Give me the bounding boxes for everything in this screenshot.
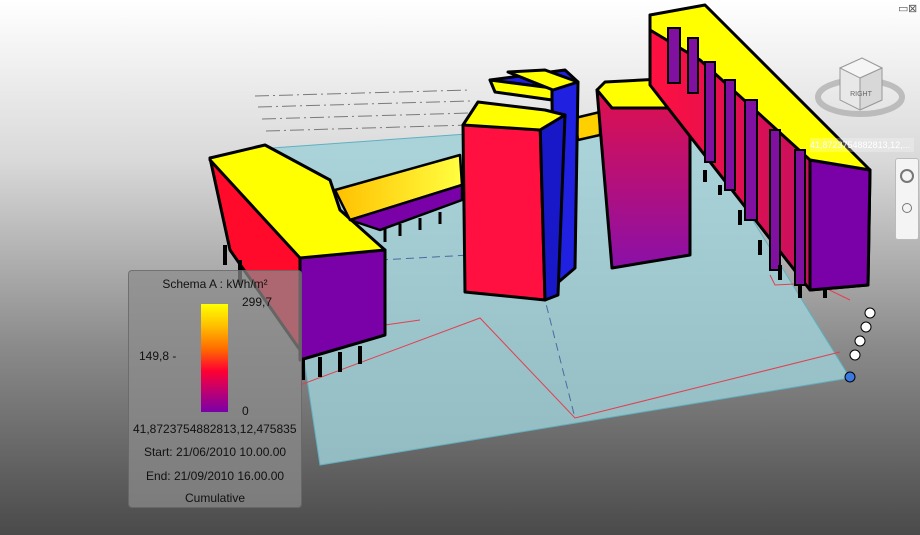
legend-mode: Cumulative xyxy=(184,491,246,505)
coordinates-dropdown[interactable]: 41,8723754882813,12,... xyxy=(810,138,914,152)
navigation-bar[interactable] xyxy=(895,158,919,240)
legend-min-value: 0 xyxy=(242,404,249,418)
building-center-tower[interactable] xyxy=(461,68,580,302)
restore-window-icon[interactable]: ▭ xyxy=(898,4,908,15)
legend-mid-value: 149,8 - xyxy=(139,349,177,363)
steering-wheel-icon[interactable] xyxy=(900,169,914,183)
legend-color-scale xyxy=(201,304,228,412)
legend-end-time: End: 21/09/2010 16.00.00 xyxy=(145,469,285,483)
legend-title: Schema A : kWh/m² xyxy=(162,277,268,291)
legend-start-time: Start: 21/06/2010 10.00.00 xyxy=(143,445,287,459)
legend-panel[interactable]: Schema A : kWh/m² 299,7 149,8 - 0 41,872… xyxy=(128,270,302,508)
survey-marker-icons xyxy=(844,307,876,383)
zoom-icon[interactable] xyxy=(902,203,912,213)
legend-location: 41,8723754882813,12,475835 xyxy=(133,422,297,436)
legend-max-value: 299,7 xyxy=(242,295,273,309)
close-window-icon[interactable]: ⊠ xyxy=(908,4,917,15)
viewcube-face-label: RIGHT xyxy=(850,91,873,98)
viewcube[interactable]: RIGHT xyxy=(815,57,905,117)
